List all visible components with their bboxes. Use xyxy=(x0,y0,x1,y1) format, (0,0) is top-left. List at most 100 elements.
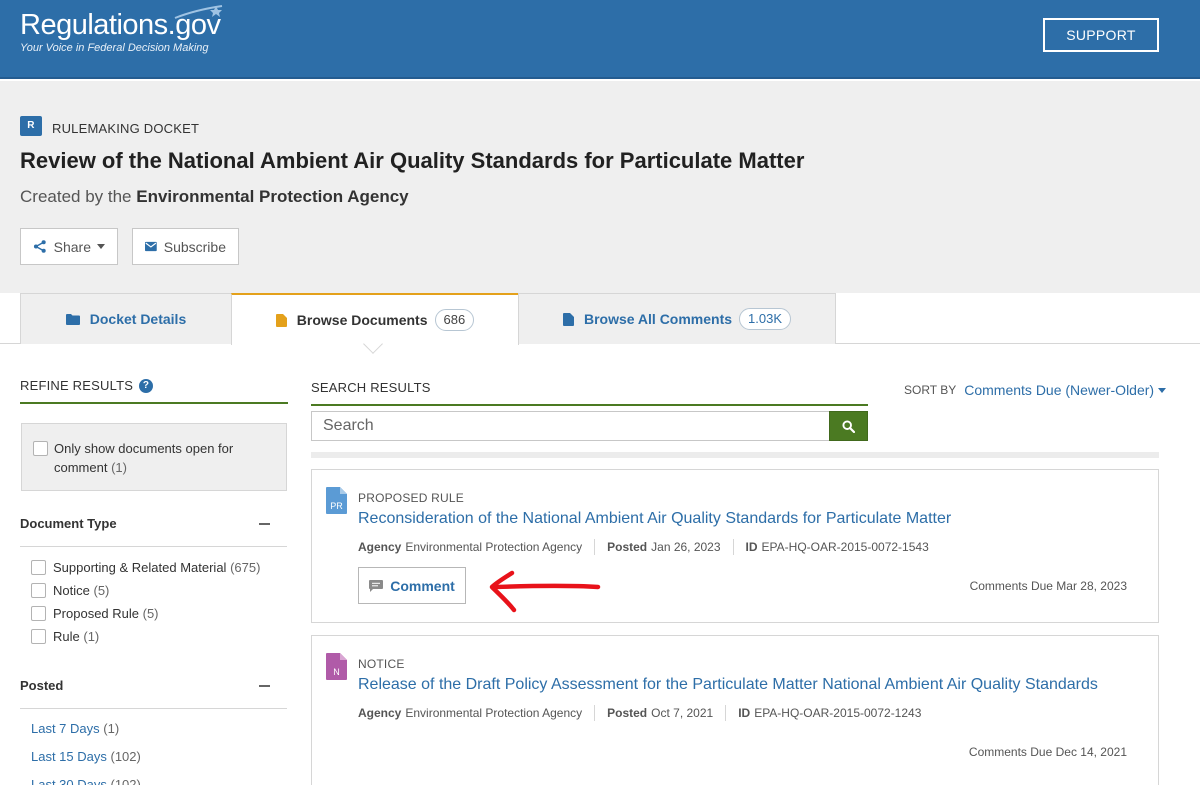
meta-posted-label: Posted xyxy=(607,706,648,720)
document-icon xyxy=(275,313,287,327)
notice-document-icon: N xyxy=(326,653,347,680)
document-title-link[interactable]: Reconsideration of the National Ambient … xyxy=(358,510,951,528)
created-prefix: Created by the xyxy=(20,187,132,206)
posted-link-label: Last 7 Days xyxy=(31,721,100,736)
posted-link-label: Last 30 Days xyxy=(31,777,107,785)
sort-value: Comments Due (Newer-Older) xyxy=(964,382,1155,398)
meta-agency: Environmental Protection Agency xyxy=(405,540,583,554)
section-divider xyxy=(20,546,287,547)
tab-browse-all-comments[interactable]: Browse All Comments 1.03K xyxy=(518,293,836,344)
collapse-document-type-icon[interactable] xyxy=(259,523,270,525)
share-icon xyxy=(33,240,46,253)
support-button[interactable]: SUPPORT xyxy=(1043,18,1159,52)
meta-agency-label: Agency xyxy=(358,540,402,554)
results-divider xyxy=(311,452,1159,458)
filter-count: (5) xyxy=(93,583,110,598)
share-label: Share xyxy=(53,238,91,255)
filter-checkbox[interactable] xyxy=(31,629,46,644)
search-icon xyxy=(842,419,855,433)
doc-icon-label: PR xyxy=(330,501,343,511)
document-title-link[interactable]: Release of the Draft Policy Assessment f… xyxy=(358,676,1098,694)
tab-count-badge: 686 xyxy=(434,309,475,331)
docket-type-label: RULEMAKING DOCKET xyxy=(52,120,200,136)
meta-separator xyxy=(725,705,727,721)
collapse-posted-icon[interactable] xyxy=(259,685,270,687)
meta-posted: Jan 26, 2023 xyxy=(651,540,721,554)
filter-checkbox[interactable] xyxy=(31,583,46,598)
open-filter-count: (1) xyxy=(111,460,127,475)
meta-id-label: ID xyxy=(745,540,758,554)
comments-due: Comments Due Mar 28, 2023 xyxy=(969,579,1127,593)
posted-last-7-days-link[interactable]: Last 7 Days (1) xyxy=(31,721,119,736)
search-results-heading: SEARCH RESULTS xyxy=(311,380,431,395)
sort-by-label: SORT BY xyxy=(904,383,957,397)
chevron-down-icon xyxy=(97,244,105,249)
meta-posted: Oct 7, 2021 xyxy=(651,706,714,720)
filter-count: (5) xyxy=(142,606,159,621)
site-logo[interactable]: Regulations.gov Your Voice in Federal De… xyxy=(20,5,223,54)
posted-last-30-days-link[interactable]: Last 30 Days (102) xyxy=(31,777,141,785)
refine-results-heading: REFINE RESULTS ? xyxy=(20,378,154,393)
filter-label: Rule xyxy=(53,629,80,644)
subscribe-label: Subscribe xyxy=(163,238,226,255)
meta-agency: Environmental Protection Agency xyxy=(405,706,583,720)
search-input[interactable] xyxy=(311,411,830,441)
created-agency: Environmental Protection Agency xyxy=(136,187,409,206)
posted-link-count: (102) xyxy=(110,777,141,785)
meta-id: EPA-HQ-OAR-2015-0072-1543 xyxy=(761,540,929,554)
help-icon[interactable]: ? xyxy=(139,378,154,393)
meta-separator xyxy=(594,539,596,555)
tab-docket-details[interactable]: Docket Details xyxy=(20,293,232,344)
docket-created-by: Created by the Environmental Protection … xyxy=(20,187,409,207)
filter-checkbox[interactable] xyxy=(31,560,46,575)
meta-agency-label: Agency xyxy=(358,706,402,720)
filter-rule[interactable]: Rule (1) xyxy=(31,629,99,644)
share-button[interactable]: Share xyxy=(20,228,118,265)
envelope-icon xyxy=(145,241,157,252)
document-type-heading: Document Type xyxy=(20,516,117,531)
tab-label: Browse Documents xyxy=(296,312,428,328)
filter-proposed-rule[interactable]: Proposed Rule (5) xyxy=(31,606,159,621)
document-card: PR PROPOSED RULE Reconsideration of the … xyxy=(311,469,1159,623)
filter-checkbox[interactable] xyxy=(31,606,46,621)
open-for-comment-checkbox[interactable] xyxy=(33,441,48,456)
chevron-down-icon xyxy=(1158,387,1167,393)
sort-control: SORT BY Comments Due (Newer-Older) xyxy=(904,382,1167,398)
subscribe-button[interactable]: Subscribe xyxy=(132,228,239,265)
section-divider xyxy=(20,708,287,709)
posted-heading: Posted xyxy=(20,678,64,693)
docket-type: R RULEMAKING DOCKET xyxy=(20,116,200,138)
filter-count: (1) xyxy=(83,629,100,644)
document-type: PROPOSED RULE xyxy=(358,491,464,505)
meta-id: EPA-HQ-OAR-2015-0072-1243 xyxy=(754,706,922,720)
open-for-comment-label: Only show documents open for comment (1) xyxy=(54,439,254,477)
document-card: N NOTICE Release of the Draft Policy Ass… xyxy=(311,635,1159,785)
stars-icon xyxy=(174,5,223,19)
page-title: Review of the National Ambient Air Quali… xyxy=(20,148,805,173)
doc-icon-label: N xyxy=(333,667,340,677)
filter-count: (675) xyxy=(230,560,261,575)
filter-label: Proposed Rule xyxy=(53,606,139,621)
comments-due: Comments Due Dec 14, 2021 xyxy=(968,745,1127,759)
meta-posted-label: Posted xyxy=(607,540,648,554)
filter-supporting-material[interactable]: Supporting & Related Material (675) xyxy=(31,560,260,575)
filter-notice[interactable]: Notice (5) xyxy=(31,583,109,598)
meta-separator xyxy=(594,705,596,721)
tab-label: Browse All Comments xyxy=(583,311,733,327)
site-tagline: Your Voice in Federal Decision Making xyxy=(20,42,209,54)
posted-last-15-days-link[interactable]: Last 15 Days (102) xyxy=(31,749,141,764)
sort-dropdown[interactable]: Comments Due (Newer-Older) xyxy=(964,382,1167,398)
meta-id-label: ID xyxy=(738,706,751,720)
search-results-divider xyxy=(311,404,868,406)
search-button[interactable] xyxy=(829,411,868,441)
tab-count-badge: 1.03K xyxy=(739,308,792,330)
document-meta: Agency Environmental Protection Agency P… xyxy=(358,705,921,721)
filter-label: Supporting & Related Material xyxy=(53,560,227,575)
docket-header: R RULEMAKING DOCKET Review of the Nation… xyxy=(0,81,1200,293)
posted-link-count: (1) xyxy=(103,721,120,736)
comment-button[interactable]: Comment xyxy=(358,567,466,604)
docket-badge-icon: R xyxy=(20,116,42,136)
filter-label: Notice xyxy=(53,583,90,598)
document-meta: Agency Environmental Protection Agency P… xyxy=(358,539,929,555)
document-icon xyxy=(562,312,574,326)
